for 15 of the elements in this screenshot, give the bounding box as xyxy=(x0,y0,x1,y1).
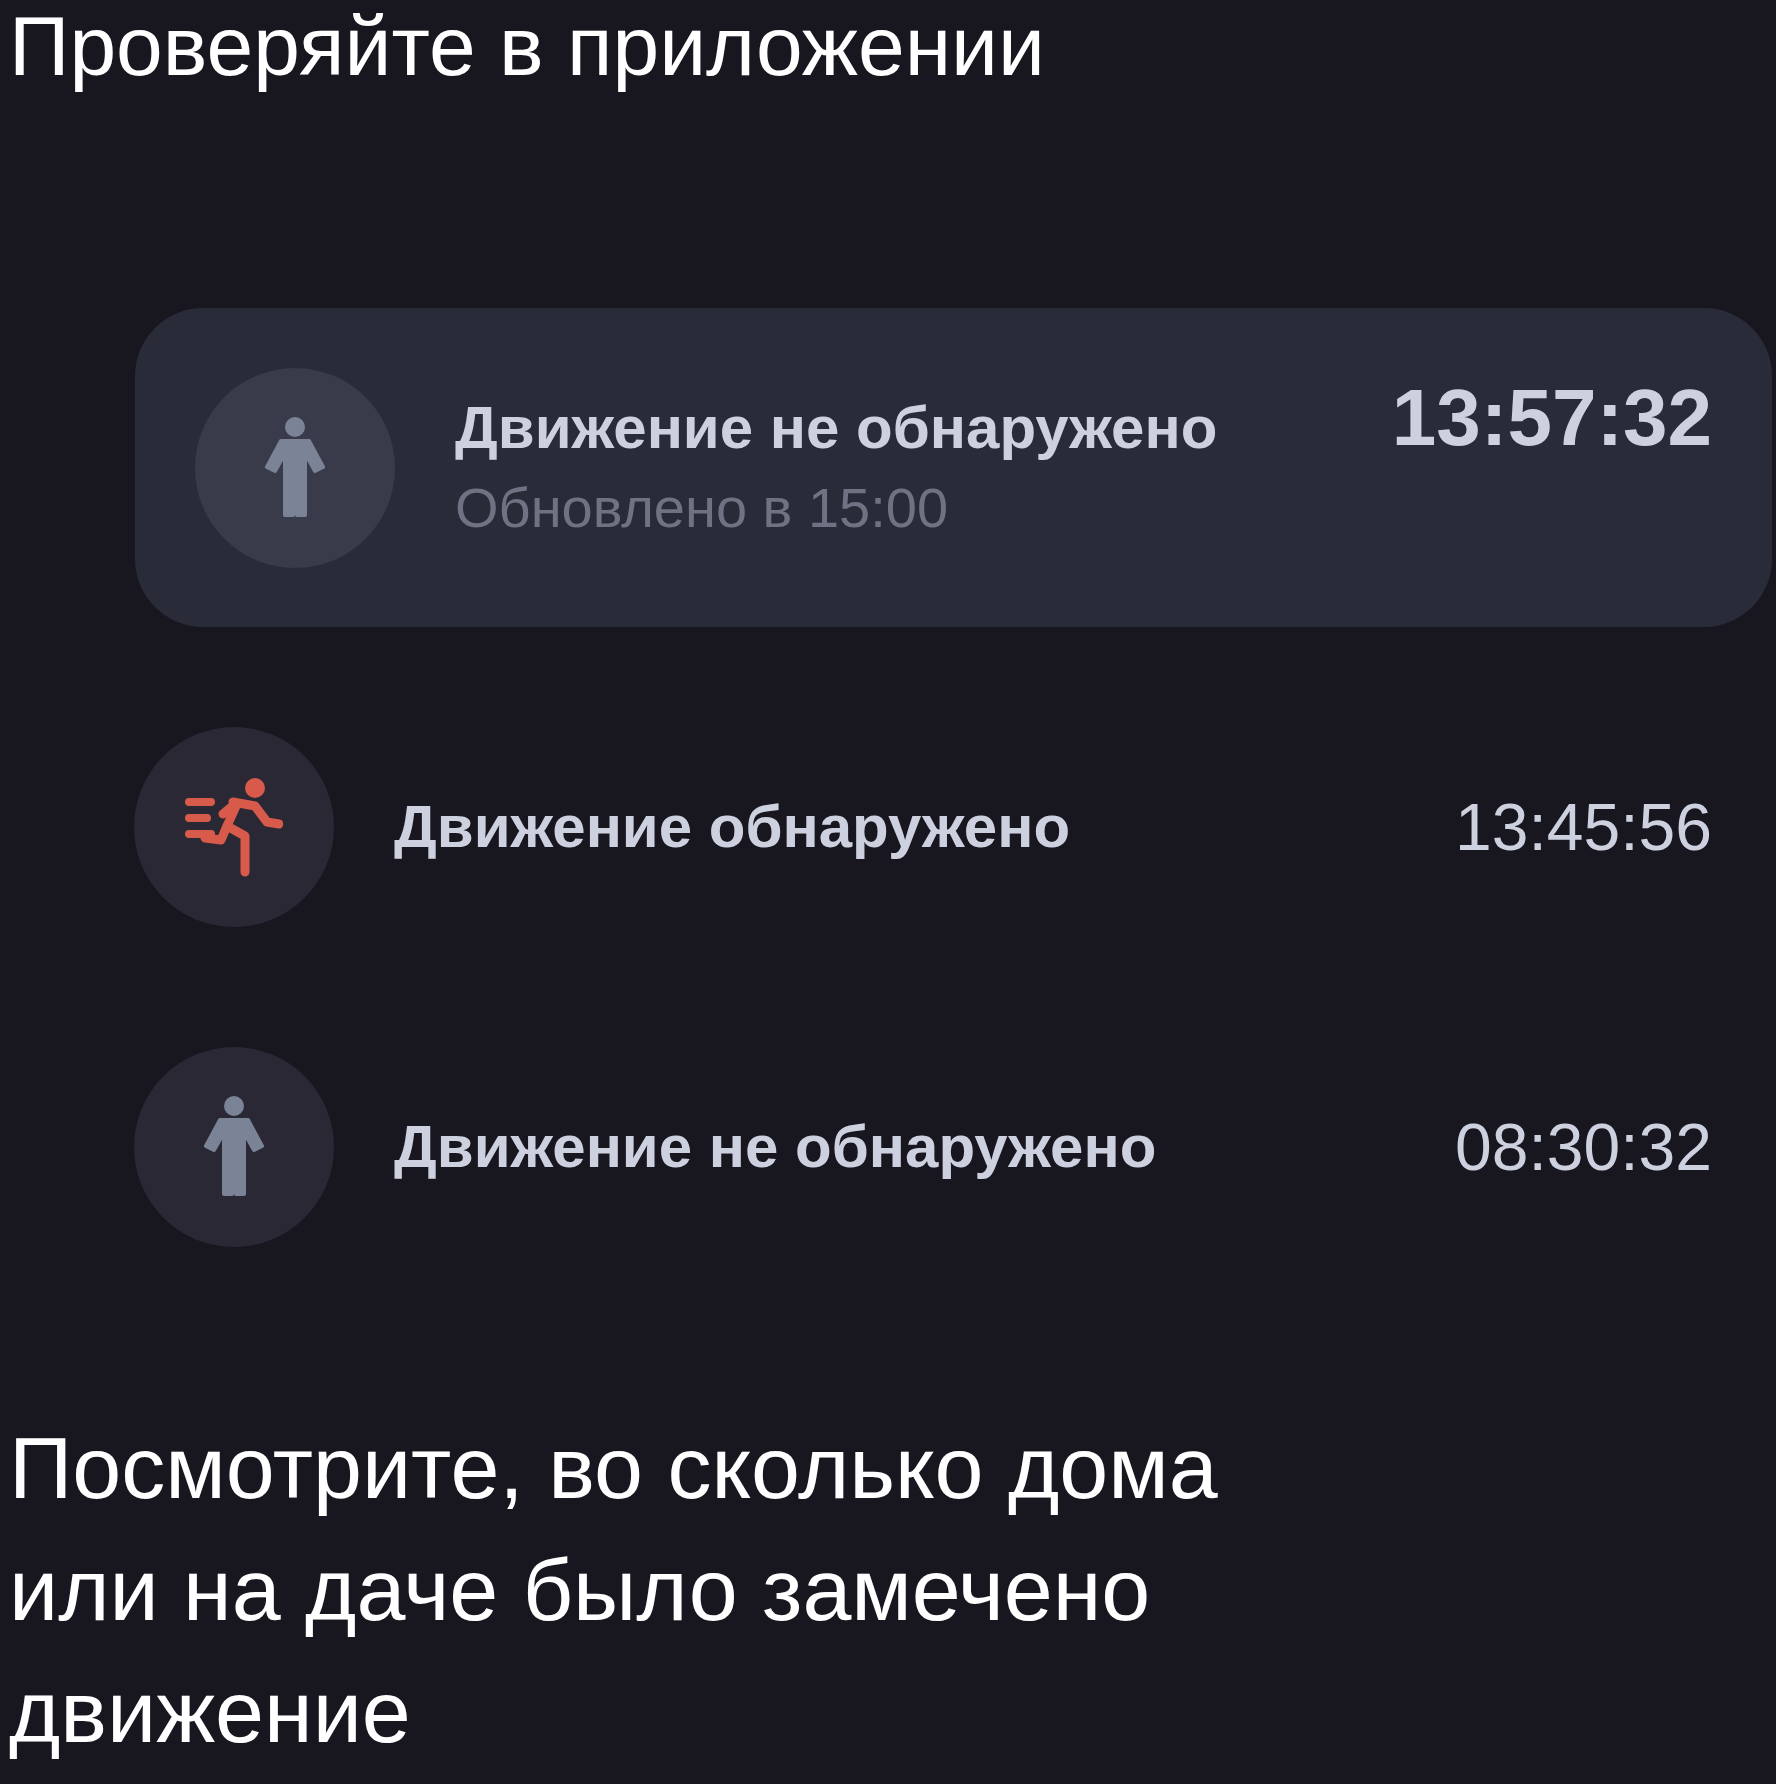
event-title: Движение не обнаружено xyxy=(394,1112,1158,1182)
standing-person-icon xyxy=(263,416,327,519)
standing-person-icon xyxy=(202,1096,266,1198)
running-person-icon xyxy=(185,776,283,878)
event-row[interactable]: Движение не обнаружено 08:30:32 xyxy=(134,1047,1712,1247)
event-row[interactable]: Движение обнаружено 13:45:56 xyxy=(134,727,1712,927)
event-time: 13:45:56 xyxy=(1455,788,1712,866)
event-title: Движение не обнаружено xyxy=(455,392,1219,463)
event-time: 13:57:32 xyxy=(1391,372,1712,464)
event-time: 08:30:32 xyxy=(1455,1108,1712,1186)
event-card[interactable]: Движение не обнаружено Обновлено в 15:00 13:57:32 xyxy=(135,308,1772,627)
event-title: Движение обнаружено xyxy=(394,792,1072,862)
heading: Проверяйте в приложении xyxy=(9,0,1045,93)
description-text: Посмотрите, во сколько дома или на даче было замечено движение xyxy=(9,1417,1219,1763)
updated-text: Обновлено в 15:00 xyxy=(455,474,950,541)
